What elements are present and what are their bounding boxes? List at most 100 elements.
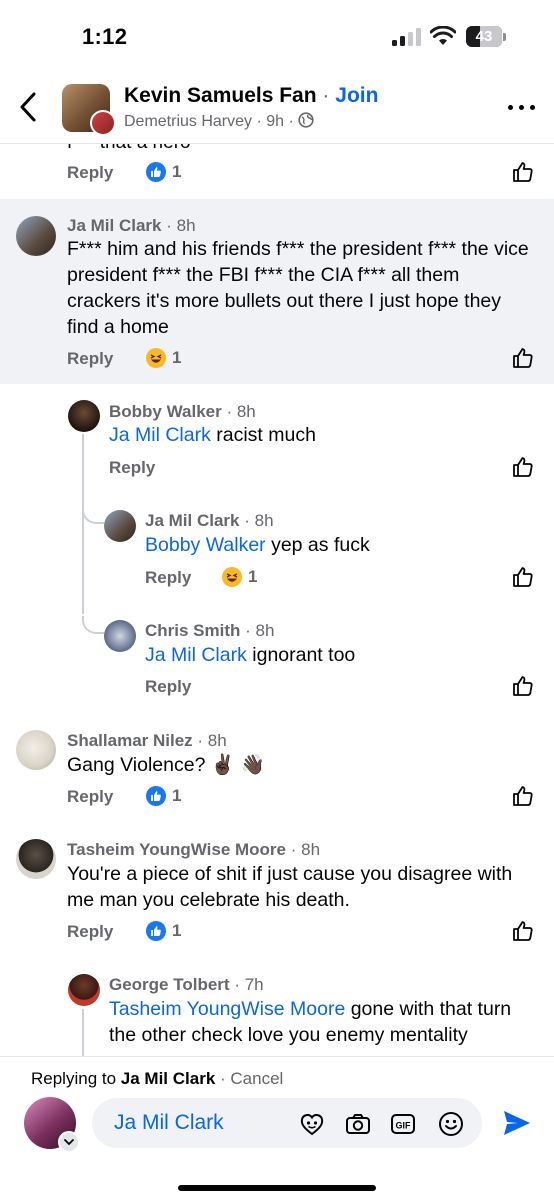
- mention-link[interactable]: Ja Mil Clark: [145, 644, 247, 666]
- avatar-sticker-icon[interactable]: [299, 1111, 325, 1137]
- status-bar: 1:12 43: [0, 0, 554, 70]
- comment-author[interactable]: Tasheim YoungWise Moore: [67, 840, 286, 859]
- comment-author-line: George Tolbert · 7h: [109, 975, 264, 995]
- reaction-summary[interactable]: 1: [146, 785, 181, 807]
- mention-link[interactable]: Tasheim YoungWise Moore: [109, 998, 345, 1020]
- more-options-icon[interactable]: [508, 105, 536, 113]
- battery-tip: [503, 33, 506, 41]
- comment-text: Ja Mil Clark racist much: [109, 424, 316, 446]
- camera-icon[interactable]: [345, 1111, 371, 1137]
- comment-time: · 8h: [245, 621, 275, 640]
- home-indicator: [178, 1185, 376, 1191]
- group-title: Kevin Samuels Fan · Join: [124, 84, 379, 107]
- author-avatar[interactable]: [90, 110, 116, 136]
- like-button-icon[interactable]: [512, 347, 534, 369]
- comment-time: · 8h: [290, 840, 321, 859]
- like-button-icon[interactable]: [512, 675, 534, 697]
- globe-icon: [298, 112, 314, 128]
- send-icon[interactable]: [502, 1109, 532, 1137]
- haha-reaction-icon: [146, 348, 166, 368]
- comment-author-line: Bobby Walker · 8h: [109, 402, 256, 422]
- comment-author-line: Tasheim YoungWise Moore · 8h: [67, 840, 320, 860]
- comments-feed[interactable]: f*** that a hero Reply 1 Ja Mil Clark · …: [0, 144, 554, 1056]
- comment-author[interactable]: Ja Mil Clark: [145, 511, 240, 530]
- comment-time: · 8h: [197, 731, 227, 750]
- svg-text:GIF: GIF: [396, 1121, 412, 1131]
- comment-author-line: Shallamar Nilez · 8h: [67, 731, 227, 751]
- comment-author[interactable]: Ja Mil Clark: [67, 216, 162, 235]
- comment-author[interactable]: George Tolbert: [109, 975, 230, 994]
- status-time: 1:12: [82, 24, 128, 49]
- avatar[interactable]: [104, 510, 136, 542]
- comment-time: · 8h: [226, 402, 256, 421]
- avatar[interactable]: [16, 216, 56, 256]
- comment-text: F*** him and his friends f*** the presid…: [67, 238, 529, 338]
- wifi-icon: [430, 26, 456, 45]
- comment-author[interactable]: Shallamar Nilez: [67, 731, 193, 750]
- avatar[interactable]: [104, 620, 136, 652]
- reply-button[interactable]: Reply: [145, 568, 191, 588]
- reply-button[interactable]: Reply: [67, 349, 113, 369]
- replying-to-bar: Replying to Ja Mil Clark · Cancel: [31, 1069, 284, 1088]
- comment-author-line: Ja Mil Clark · 8h: [145, 511, 274, 531]
- my-avatar[interactable]: [24, 1097, 80, 1153]
- comment-input[interactable]: Ja Mil Clark GIF: [92, 1098, 482, 1148]
- gif-icon[interactable]: GIF: [390, 1111, 416, 1137]
- thread-line: [82, 434, 84, 614]
- like-reaction-icon: [146, 921, 166, 941]
- group-name[interactable]: Kevin Samuels Fan: [124, 84, 317, 107]
- avatar[interactable]: [16, 839, 56, 879]
- replying-to-name: Ja Mil Clark: [120, 1069, 216, 1088]
- battery-level: 43: [475, 28, 493, 45]
- post-header: Kevin Samuels Fan · Join Demetrius Harve…: [0, 72, 554, 144]
- comment-time: · 8h: [244, 511, 274, 530]
- like-button-icon[interactable]: [512, 456, 534, 478]
- like-reaction-icon: [146, 162, 166, 182]
- emoji-icon[interactable]: [438, 1111, 464, 1137]
- join-button[interactable]: Join: [335, 84, 378, 107]
- reply-button[interactable]: Reply: [67, 787, 113, 807]
- avatar[interactable]: [68, 400, 100, 432]
- comment-text: Gang Violence? ✌🏿 👋🏿: [67, 754, 265, 776]
- comment-time: · 8h: [166, 216, 196, 235]
- cancel-reply-button[interactable]: · Cancel: [220, 1069, 283, 1088]
- like-button-icon[interactable]: [512, 161, 534, 183]
- back-icon[interactable]: [14, 90, 44, 124]
- reply-button[interactable]: Reply: [67, 922, 113, 942]
- comment-input-value[interactable]: Ja Mil Clark: [114, 1111, 224, 1135]
- comment-text: Bobby Walker yep as fuck: [145, 534, 370, 556]
- comment-time: · 7h: [234, 975, 264, 994]
- avatar[interactable]: [68, 974, 100, 1006]
- mention-link[interactable]: Ja Mil Clark: [109, 424, 211, 446]
- mention-link[interactable]: Bobby Walker: [145, 534, 266, 556]
- comment-text: Tasheim YoungWise Moore gone with that t…: [109, 998, 512, 1046]
- comment-text: You're a piece of shit if just cause you…: [67, 863, 513, 911]
- reply-button[interactable]: Reply: [145, 677, 191, 697]
- thread-connector: [82, 616, 104, 634]
- comment-author[interactable]: Bobby Walker: [109, 402, 222, 421]
- comment-author-line: Chris Smith · 8h: [145, 621, 274, 641]
- comment-composer: Replying to Ja Mil Clark · Cancel Ja Mil…: [0, 1056, 554, 1200]
- like-button-icon[interactable]: [512, 920, 534, 942]
- cellular-signal-icon: [392, 28, 422, 46]
- reply-button[interactable]: Reply: [67, 163, 113, 183]
- thread-line: [82, 1009, 84, 1056]
- post-author[interactable]: Demetrius Harvey: [124, 113, 252, 130]
- comment-text: Ja Mil Clark ignorant too: [145, 644, 356, 666]
- reaction-summary[interactable]: 1: [146, 161, 181, 183]
- reaction-summary[interactable]: 1: [222, 566, 257, 588]
- previous-comment-fragment: f*** that a hero: [67, 144, 191, 154]
- group-avatar[interactable]: [62, 84, 116, 136]
- reaction-summary[interactable]: 1: [146, 920, 181, 942]
- post-meta: Demetrius Harvey · 9h ·: [124, 112, 314, 131]
- battery-icon: 43: [466, 26, 502, 47]
- reply-button[interactable]: Reply: [109, 458, 155, 478]
- thread-connector: [82, 506, 104, 524]
- avatar[interactable]: [16, 730, 56, 770]
- chevron-down-icon[interactable]: [58, 1131, 80, 1153]
- comment-author[interactable]: Chris Smith: [145, 621, 240, 640]
- reaction-summary[interactable]: 1: [146, 347, 181, 369]
- comment-author-line: Ja Mil Clark · 8h: [67, 216, 196, 236]
- like-button-icon[interactable]: [512, 785, 534, 807]
- like-button-icon[interactable]: [512, 566, 534, 588]
